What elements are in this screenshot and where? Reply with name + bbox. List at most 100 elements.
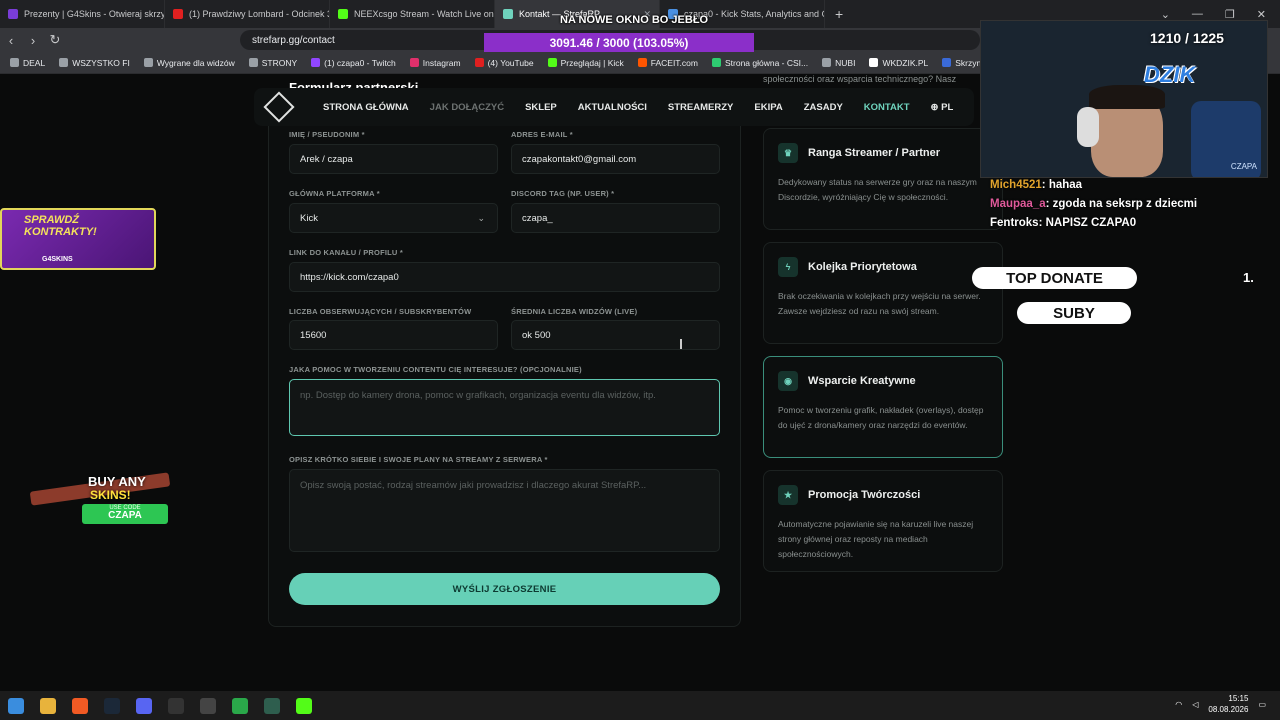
chat-overlay: Mich4521: hahaa Maupaa_a: zgoda na seksr…	[990, 176, 1250, 233]
bookmark-label: WKDZIK.PL	[882, 57, 929, 68]
app-icon[interactable]	[264, 697, 280, 714]
kick-icon[interactable]	[296, 697, 312, 714]
link-input[interactable]: https://kick.com/czapa0	[289, 262, 720, 292]
plans-label: OPISZ KRÓTKO SIEBIE I SWOJE PLANY NA STR…	[289, 455, 548, 464]
url-text: strefarp.gg/contact	[252, 34, 335, 46]
followers-input[interactable]: 15600	[289, 320, 498, 350]
nav-join[interactable]: JAK DOŁĄCZYĆ	[430, 102, 504, 113]
bookmark-item[interactable]: NUBI	[822, 58, 855, 68]
bolt-icon: ϟ	[778, 257, 798, 277]
volume-icon[interactable]: ◁	[1192, 700, 1198, 709]
steam-icon[interactable]	[104, 697, 120, 714]
bookmark-item[interactable]: FACEIT.com	[637, 58, 698, 68]
chat-user: Fentroks	[990, 217, 1039, 229]
clock[interactable]: 15:15 08.08.2026	[1208, 693, 1248, 715]
promo-banner-skins: BUY ANY SKINS! USE CODE CZAPA	[29, 468, 171, 524]
nav-home[interactable]: STRONA GŁÓWNA	[323, 102, 409, 113]
bookmark-item[interactable]: WSZYSTKO FI	[59, 58, 130, 68]
avg-viewers-label: ŚREDNIA LICZBA WIDZÓW (LIVE)	[511, 307, 638, 316]
browser-tab[interactable]: NEEXcsgo Stream - Watch Live on Kick✕	[330, 0, 495, 28]
camera-icon: ◉	[778, 371, 798, 391]
browser-tab[interactable]: (1) Prawdziwy Lombard - Odcinek 37✕	[165, 0, 330, 28]
webcam-label: CZAPA	[1230, 162, 1257, 171]
benefit-title: Promocja Twórczości	[808, 489, 921, 501]
minimize-icon[interactable]: —	[1192, 8, 1203, 21]
stream-overlay-title: NA NOWE OKNO BO JEBŁO	[560, 14, 709, 26]
discord-label: DISCORD TAG (NP. USER) *	[511, 189, 615, 198]
file-explorer-icon[interactable]	[40, 697, 56, 714]
benefit-title: Kolejka Priorytetowa	[808, 261, 917, 273]
bookmark-favicon-icon	[311, 58, 321, 67]
bookmark-favicon-icon	[143, 58, 153, 67]
promo-title: SPRAWDŹ KONTRAKTY!	[24, 214, 97, 238]
browser-tab[interactable]: Prezenty | G4Skins - Otwieraj skrzynki✕	[0, 0, 165, 28]
nav-news[interactable]: AKTUALNOŚCI	[578, 102, 647, 113]
site-logo-icon[interactable]	[263, 91, 295, 123]
wifi-icon[interactable]: ◠	[1175, 700, 1182, 709]
back-icon[interactable]: ‹	[0, 33, 22, 48]
bookmark-favicon-icon	[10, 58, 19, 67]
chat-text: NAPISZ CZAPA0	[1045, 217, 1137, 229]
reload-icon[interactable]: ↻	[44, 32, 66, 48]
benefit-title: Ranga Streamer / Partner	[808, 147, 941, 159]
webcam-overlay: CZAPA	[980, 20, 1268, 178]
bookmark-item[interactable]: (1) czapa0 - Twitch	[311, 58, 396, 68]
bookmark-item[interactable]: Przeglądaj | Kick	[547, 58, 624, 68]
benefits-intro-text: społeczności oraz wsparcia technicznego?…	[763, 74, 957, 84]
email-input[interactable]: czapakontakt0@gmail.com	[511, 144, 720, 174]
bookmark-label: NUBI	[835, 57, 856, 68]
nav-rules[interactable]: ZASADY	[804, 102, 843, 113]
nav-team[interactable]: EKIPA	[754, 102, 782, 113]
language-select[interactable]: ⊕ PL	[931, 102, 954, 113]
bookmark-favicon-icon	[869, 58, 879, 67]
top-donate-pill: TOP DONATE	[972, 267, 1137, 289]
tab-favicon-icon	[8, 9, 18, 19]
bookmark-item[interactable]: Wygrane dla widzów	[143, 58, 235, 68]
bookmark-item[interactable]: WKDZIK.PL	[869, 58, 928, 68]
chat-text: hahaa	[1048, 179, 1083, 191]
bookmark-item[interactable]: Instagram	[409, 58, 461, 68]
chat-message: Maupaa_a: zgoda na seksrp z dziecmi	[990, 198, 1198, 210]
new-tab-button[interactable]: +	[825, 6, 853, 22]
nick-input[interactable]: Arek / czapa	[289, 144, 498, 174]
app-icon[interactable]	[232, 697, 248, 714]
brave-browser-icon[interactable]	[72, 697, 88, 714]
avg-viewers-input[interactable]: ok 500	[511, 320, 720, 350]
followers-label: LICZBA OBSERWUJĄCYCH / SUBSKRYBENTÓW	[289, 307, 472, 316]
nav-streamers[interactable]: STREAMERZY	[668, 102, 733, 113]
chat-user: Maupaa_a	[990, 198, 1046, 210]
submit-button[interactable]: WYŚLIJ ZGŁOSZENIE	[289, 573, 720, 605]
bookmark-favicon-icon	[474, 58, 484, 67]
help-textarea[interactable]: np. Dostęp do kamery drona, pomoc w graf…	[289, 379, 720, 436]
benefit-title: Wsparcie Kreatywne	[808, 375, 916, 387]
bookmark-item[interactable]: Strona główna - CSI...	[711, 57, 809, 68]
start-icon[interactable]	[8, 697, 24, 714]
globe-icon: ⊕	[930, 101, 942, 113]
discord-input[interactable]: czapa_	[511, 203, 720, 233]
tab-search-icon[interactable]: ⌄	[1161, 8, 1170, 21]
nav-contact[interactable]: KONTAKT	[864, 102, 910, 113]
trophy-icon: ♛	[778, 143, 798, 163]
obs-icon[interactable]	[200, 697, 216, 714]
close-window-icon[interactable]: ✕	[1257, 8, 1266, 21]
bookmark-item[interactable]: STRONY	[248, 58, 297, 68]
platform-select[interactable]: Kick ⌄	[289, 203, 498, 233]
language-label: PL	[941, 101, 954, 113]
bookmark-item[interactable]: (4) YouTube	[474, 58, 534, 68]
forward-icon[interactable]: ›	[22, 33, 44, 48]
notification-icon[interactable]: ▭	[1258, 700, 1266, 709]
bookmark-label: Strona główna - CSI...	[724, 57, 809, 68]
bookmark-item[interactable]: DEAL	[10, 58, 45, 68]
headphones-icon	[1077, 107, 1099, 147]
plans-textarea[interactable]: Opisz swoją postać, rodzaj streamów jaki…	[289, 469, 720, 552]
nav-shop[interactable]: SKLEP	[525, 102, 557, 113]
discord-icon[interactable]	[136, 697, 152, 714]
promo-line1: BUY ANY	[88, 474, 146, 489]
benefit-desc: Automatyczne pojawianie się na karuzeli …	[778, 519, 974, 559]
chat-message: Fentroks: NAPISZ CZAPA0	[990, 217, 1137, 229]
bookmark-favicon-icon	[248, 58, 258, 67]
bookmark-favicon-icon	[409, 58, 419, 67]
epic-games-icon[interactable]	[168, 697, 184, 714]
clock-date: 08.08.2026	[1208, 705, 1249, 714]
maximize-icon[interactable]: ❐	[1225, 8, 1235, 21]
